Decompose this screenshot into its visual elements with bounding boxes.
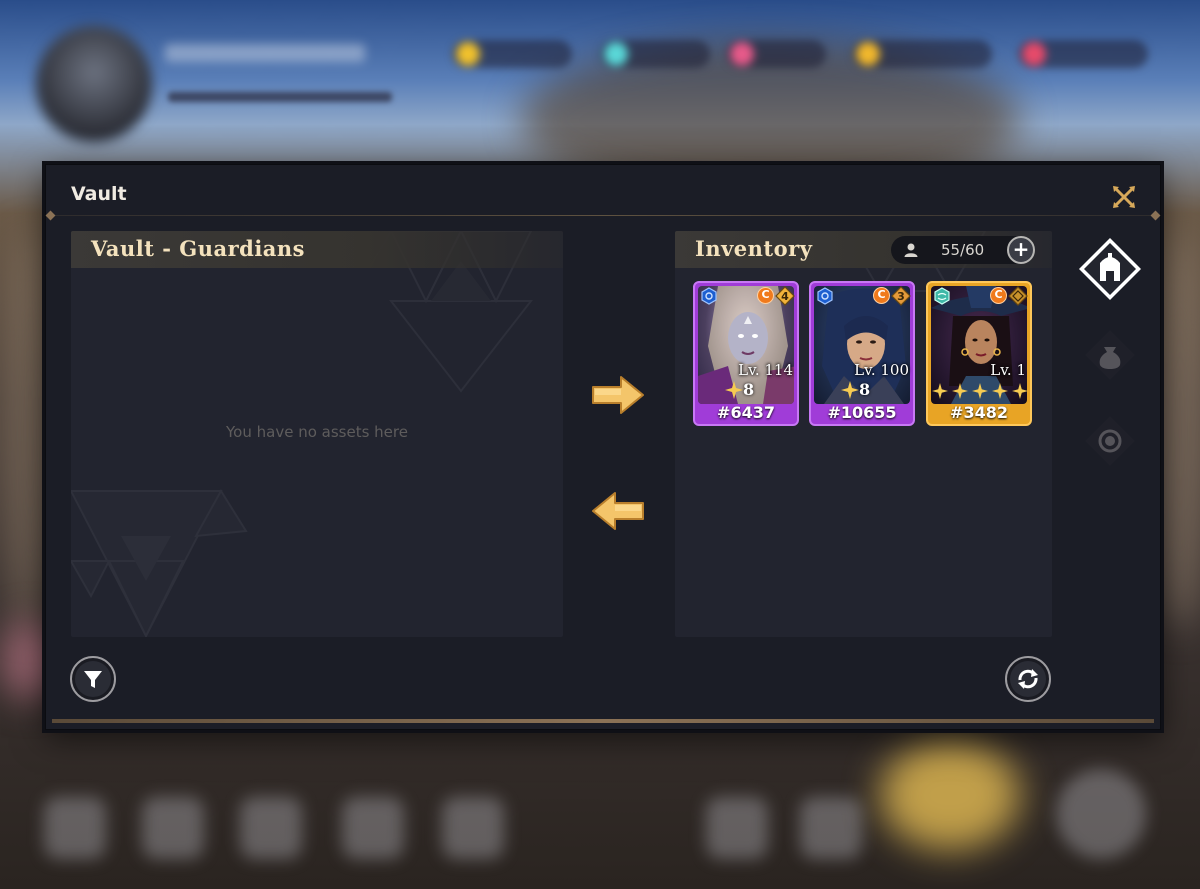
resource-counter <box>726 40 826 68</box>
player-name <box>165 44 365 62</box>
transfer-to-inventory-button[interactable] <box>589 373 647 417</box>
window-title: Vault <box>71 183 127 205</box>
dock-icon <box>800 797 862 859</box>
refresh-icon <box>1018 669 1038 689</box>
dock-icon <box>44 797 106 859</box>
dock-icon <box>442 797 504 859</box>
class-badge: C <box>873 287 890 304</box>
guardian-level: Lv. 1 <box>990 361 1026 379</box>
dock-icon <box>142 797 204 859</box>
rank-star-icon <box>725 381 743 399</box>
player-avatar <box>36 26 152 142</box>
dock-icon <box>342 797 404 859</box>
frame-ornament <box>45 210 56 221</box>
dock-icon <box>706 797 768 859</box>
transfer-to-vault-button[interactable] <box>589 489 647 533</box>
guardian-id: #10655 <box>827 403 897 422</box>
resource-counter <box>452 40 572 68</box>
rank-star-icon <box>841 381 859 399</box>
guardian-id: #3482 <box>950 403 1008 422</box>
user-icon <box>904 243 918 257</box>
dock-icon <box>1056 769 1146 859</box>
close-icon <box>1113 186 1135 208</box>
inventory-capacity: 55/60 + <box>891 236 1035 264</box>
vault-window: Vault Vault - Guardians You have no asse… <box>45 164 1161 730</box>
inventory-panel: Inventory 55/60 + C 4 Lv. 114 8 #6437 C … <box>675 231 1052 637</box>
water-element-icon <box>817 287 833 305</box>
refresh-button[interactable] <box>1005 656 1051 702</box>
guardian-level: Lv. 114 <box>738 361 793 379</box>
frame-ornament <box>1150 210 1161 221</box>
capacity-count: 55/60 <box>941 241 985 259</box>
svg-text:4: 4 <box>781 290 789 303</box>
empty-state-message: You have no assets here <box>226 423 408 441</box>
filter-button[interactable] <box>70 656 116 702</box>
guardian-card[interactable]: C Lv. 1 #3482 <box>926 281 1032 426</box>
resource-counter <box>1018 40 1148 68</box>
guardian-card[interactable]: C 3 Lv. 100 8 #10655 <box>809 281 915 426</box>
class-badge: C <box>990 287 1007 304</box>
panel-title: Vault - Guardians <box>91 236 305 261</box>
arrow-left-icon <box>592 492 644 530</box>
pets-tab[interactable] <box>1084 415 1136 471</box>
close-button[interactable] <box>1110 183 1138 211</box>
panel-header: Inventory 55/60 + <box>675 231 1052 268</box>
wind-element-icon <box>934 287 950 305</box>
tier-badge <box>1008 286 1028 306</box>
star-icon <box>952 383 968 399</box>
guardians-tab[interactable] <box>1078 237 1142 305</box>
guardian-level: Lv. 100 <box>854 361 909 379</box>
guardian-id: #6437 <box>717 403 775 422</box>
items-tab[interactable] <box>1084 329 1136 385</box>
star-icon <box>1012 383 1028 399</box>
star-icon <box>972 383 988 399</box>
helmet-icon <box>1079 238 1141 300</box>
vault-guardians-panel: Vault - Guardians You have no assets her… <box>71 231 563 637</box>
triangle-pattern-decoration <box>71 489 248 637</box>
star-icon <box>932 383 948 399</box>
water-element-icon <box>701 287 717 305</box>
class-badge: C <box>757 287 774 304</box>
tier-badge: 3 <box>891 286 911 306</box>
dock-icon <box>240 797 302 859</box>
circle-emblem-icon <box>1085 416 1135 466</box>
star-icon <box>992 383 1008 399</box>
expand-capacity-button[interactable]: + <box>1007 236 1035 264</box>
resource-counter <box>852 40 992 68</box>
money-bag-icon <box>1085 330 1135 380</box>
panel-title: Inventory <box>695 236 813 261</box>
player-xp-bar <box>168 92 392 102</box>
guardian-card[interactable]: C 4 Lv. 114 8 #6437 <box>693 281 799 426</box>
arrow-right-icon <box>592 376 644 414</box>
resource-counter <box>600 40 710 68</box>
svg-text:3: 3 <box>897 290 905 303</box>
panel-header: Vault - Guardians <box>71 231 563 268</box>
tier-badge: 4 <box>775 286 795 306</box>
guardian-rank: 8 <box>743 380 755 399</box>
filter-icon <box>84 671 102 688</box>
guardian-rank: 8 <box>859 380 871 399</box>
